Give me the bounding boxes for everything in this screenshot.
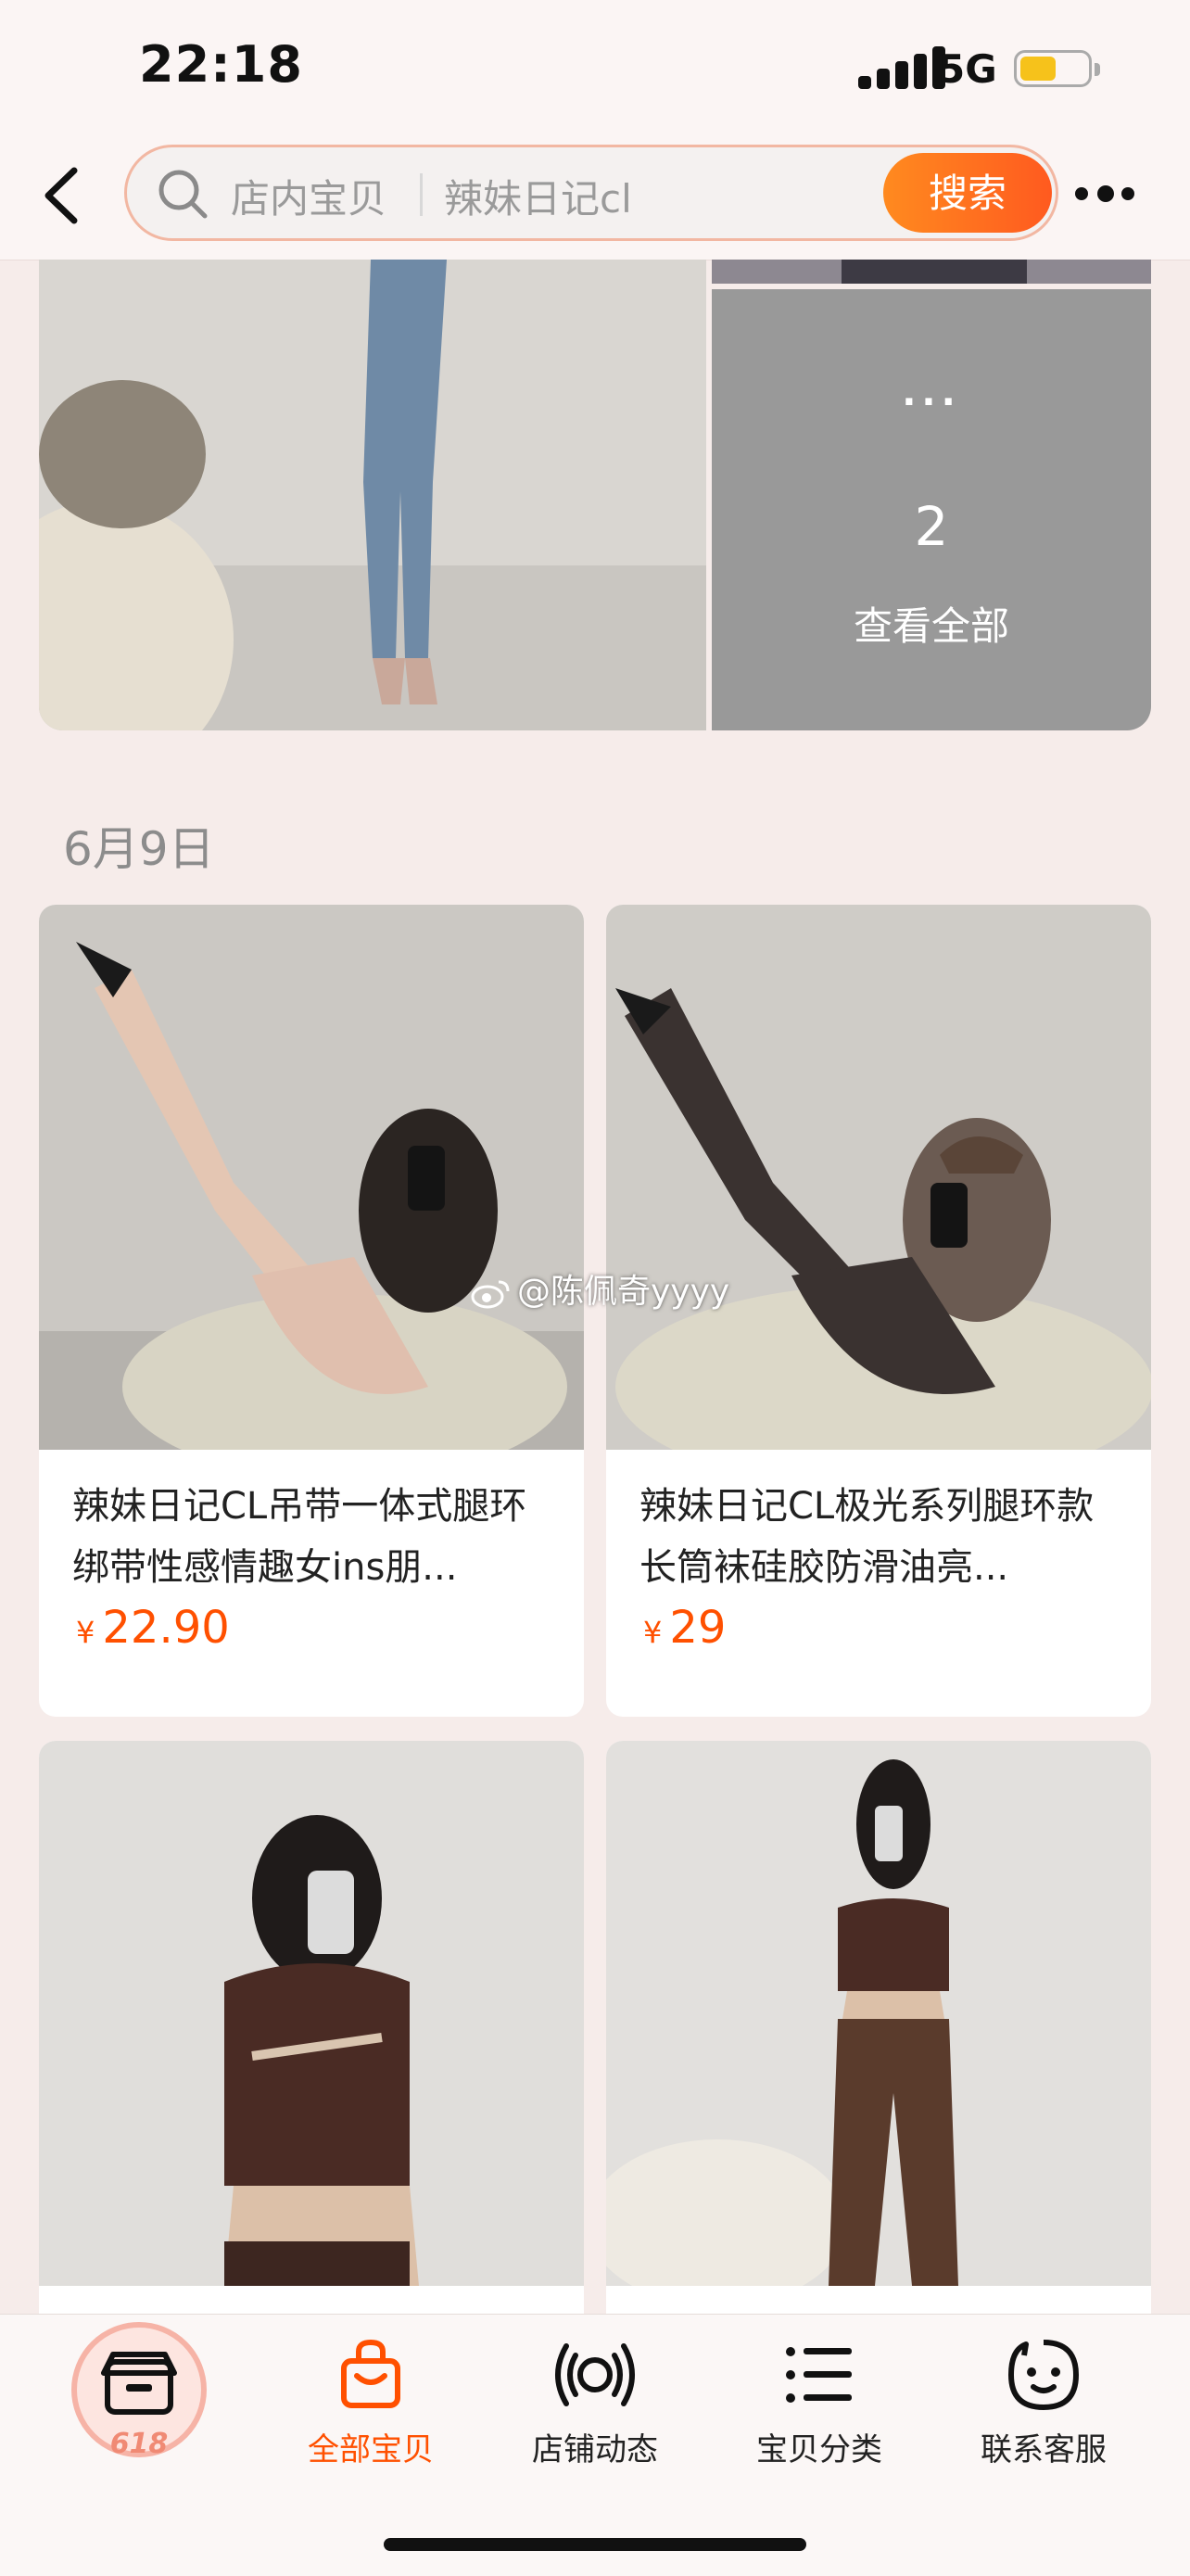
chat-face-icon <box>1008 2340 1079 2410</box>
view-all-label: 查看全部 <box>853 603 1009 649</box>
product-price: ¥22.90 <box>76 1602 230 1654</box>
network-label: 5G <box>938 46 997 92</box>
price-currency: ¥ <box>643 1615 663 1650</box>
list-icon <box>786 2347 852 2403</box>
view-all-tile[interactable]: ··· 2 查看全部 <box>712 289 1151 730</box>
search-icon <box>158 170 208 219</box>
search-divider <box>420 173 423 216</box>
status-time: 22:18 <box>139 35 303 94</box>
signal-icon <box>858 46 947 89</box>
tab-categories[interactable]: 宝贝分类 <box>708 2315 930 2500</box>
tab-label: 宝贝分类 <box>756 2431 882 2468</box>
view-all-dots: ··· <box>902 381 961 424</box>
shopping-bag-icon <box>341 2339 400 2408</box>
product-title: 辣妹日记CL极光系列腿环款长筒袜硅胶防滑油亮... <box>639 1485 1095 1589</box>
tab-all-products[interactable]: 全部宝贝 <box>260 2315 482 2500</box>
search-button[interactable]: 搜索 <box>883 153 1052 233</box>
product-title: 辣妹日记CL吊带一体式腿环绑带性感情趣女ins朋... <box>72 1485 527 1589</box>
gallery-side-photo[interactable] <box>712 260 1151 284</box>
tab-label: 店铺动态 <box>532 2431 658 2468</box>
back-arrow-icon[interactable] <box>37 163 93 228</box>
broadcast-icon <box>555 2343 635 2406</box>
home-indicator <box>384 2538 806 2551</box>
home-badge-label: 618 <box>110 2428 169 2460</box>
tab-label: 联系客服 <box>981 2431 1107 2468</box>
search-scope-label: 店内宝贝 <box>231 176 387 222</box>
more-options-icon[interactable] <box>1075 180 1168 208</box>
price-value: 29 <box>669 1602 727 1654</box>
price-currency: ¥ <box>76 1615 95 1650</box>
battery-icon <box>1014 50 1100 87</box>
product-image <box>606 1741 1151 2286</box>
product-image <box>39 1741 584 2286</box>
product-card[interactable] <box>39 1741 584 2334</box>
gallery-main-photo[interactable] <box>39 260 706 730</box>
date-header: 6月9日 <box>63 822 215 876</box>
tab-customer-service[interactable]: 联系客服 <box>932 2315 1155 2500</box>
weibo-icon <box>471 1280 510 1309</box>
search-query-text: 辣妹日记cl <box>444 176 632 222</box>
product-card[interactable] <box>606 1741 1151 2334</box>
watermark: @陈佩奇yyyy <box>471 1264 729 1313</box>
search-input[interactable]: 店内宝贝 辣妹日记cl 搜索 <box>124 145 1058 241</box>
tab-label: 全部宝贝 <box>308 2431 434 2468</box>
tab-store-updates[interactable]: 店铺动态 <box>484 2315 706 2500</box>
search-header: 店内宝贝 辣妹日记cl 搜索 <box>0 139 1190 260</box>
product-image <box>606 905 1151 1450</box>
status-bar: 22:18 5G <box>0 0 1190 139</box>
price-value: 22.90 <box>102 1602 230 1654</box>
store-home-icon[interactable]: 618 <box>65 2321 213 2469</box>
product-image <box>39 905 584 1450</box>
view-all-count: 2 <box>914 495 949 558</box>
watermark-text: @陈佩奇yyyy <box>517 1273 730 1311</box>
product-price: ¥29 <box>643 1602 726 1654</box>
